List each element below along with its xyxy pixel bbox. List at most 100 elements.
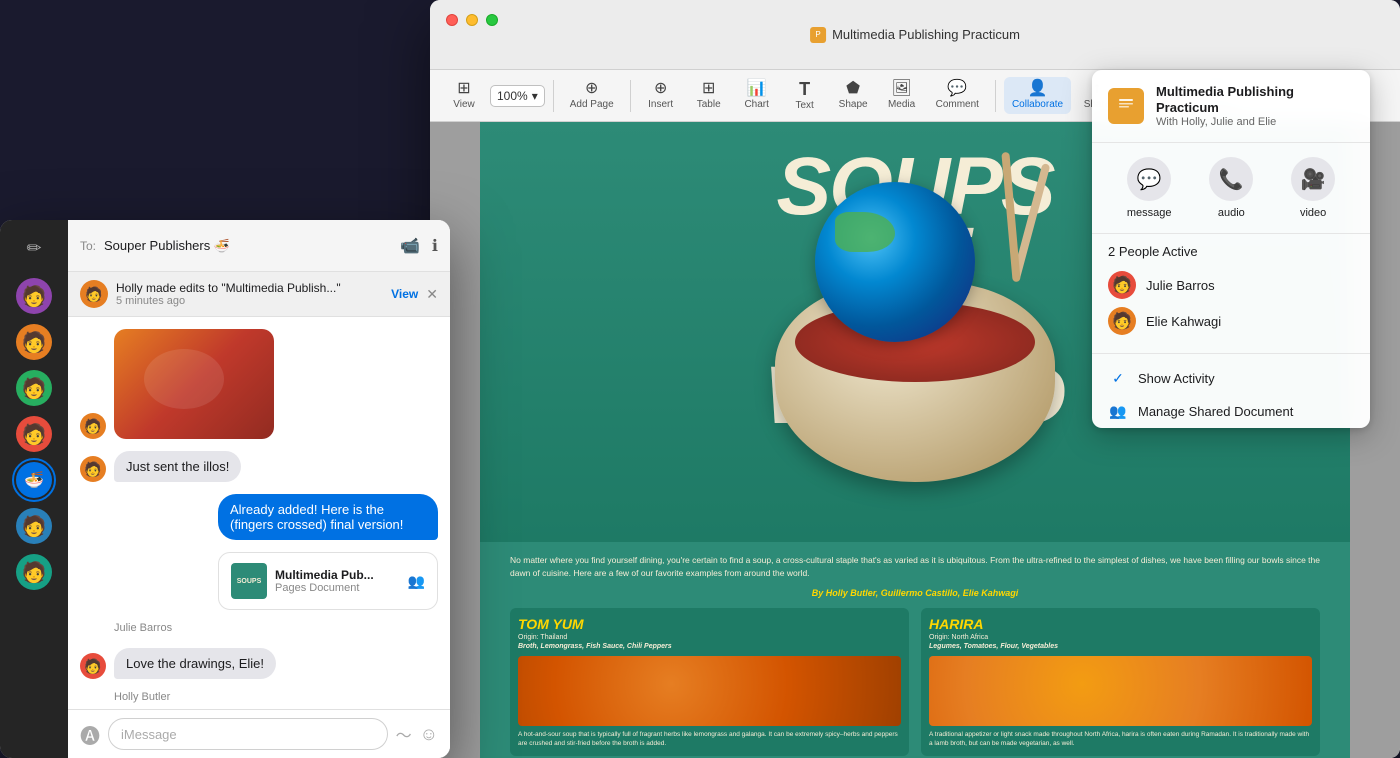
doc-card-type: Pages Document bbox=[275, 582, 400, 594]
collaborate-dropdown: Multimedia Publishing Practicum With Hol… bbox=[1092, 70, 1370, 428]
minimize-button[interactable] bbox=[466, 14, 478, 26]
doc-lower-content: No matter where you find yourself dining… bbox=[480, 542, 1350, 758]
app-store-icon[interactable]: 🅐 bbox=[80, 720, 100, 749]
notif-avatar: 🧑 bbox=[80, 280, 108, 308]
messages-main: To: Souper Publishers 🍜 📹 ℹ 🧑 Holly made… bbox=[68, 220, 450, 758]
toolbar-collaborate[interactable]: 👤 Collaborate bbox=[1004, 77, 1071, 114]
toolbar-comment[interactable]: 💬 Comment bbox=[928, 77, 987, 114]
photo-bubble bbox=[114, 329, 274, 439]
video-call-button[interactable]: 📹 bbox=[400, 236, 420, 256]
notif-close-button[interactable]: ✕ bbox=[426, 286, 438, 303]
sidebar-avatar-3[interactable]: 🧑 bbox=[16, 370, 52, 406]
message-love-drawings: 🧑 Love the drawings, Elie! bbox=[80, 648, 438, 679]
manage-doc-icon: 👥 bbox=[1108, 403, 1128, 420]
people-count: 2 People Active bbox=[1108, 244, 1354, 259]
elie-name: Elie Kahwagi bbox=[1146, 314, 1221, 329]
message-action-button[interactable]: 💬 message bbox=[1127, 157, 1172, 219]
document-title: P Multimedia Publishing Practicum bbox=[810, 27, 1020, 43]
toolbar-text[interactable]: T Text bbox=[783, 76, 827, 115]
compose-button[interactable]: ✏ bbox=[18, 232, 50, 264]
toolbar-separator-3 bbox=[995, 80, 996, 112]
sidebar-avatar-4[interactable]: 🧑 bbox=[16, 416, 52, 452]
toolbar-view[interactable]: ⊞ View bbox=[442, 77, 486, 114]
video-action-label: video bbox=[1300, 207, 1326, 219]
audio-action-button[interactable]: 📞 audio bbox=[1209, 157, 1253, 219]
continent-shape bbox=[835, 212, 895, 252]
message-input[interactable]: iMessage bbox=[108, 718, 388, 750]
emoji-button[interactable]: ☺ bbox=[420, 724, 438, 745]
toolbar-zoom[interactable]: 100% ▾ bbox=[490, 85, 545, 107]
toolbar-table[interactable]: ⊞ Table bbox=[687, 77, 731, 114]
julie-name: Julie Barros bbox=[1146, 278, 1215, 293]
messages-input-area: 🅐 iMessage 〜 ☺ bbox=[68, 709, 450, 758]
doc-card[interactable]: SOUPS Multimedia Pub... Pages Document 👥 bbox=[218, 552, 438, 610]
video-icon: 🎥 bbox=[1301, 167, 1326, 192]
recipient-field: Souper Publishers 🍜 bbox=[104, 238, 392, 254]
doc-intro: No matter where you find yourself dining… bbox=[510, 554, 1320, 580]
soup-bowl-illustration bbox=[755, 222, 1075, 502]
sender-name-julie: Julie Barros bbox=[114, 622, 438, 634]
toolbar-media[interactable]: 🖼 Media bbox=[880, 77, 924, 114]
doc-card-info: Multimedia Pub... Pages Document bbox=[275, 568, 400, 594]
show-activity-item[interactable]: ✓ Show Activity bbox=[1092, 362, 1370, 395]
add-page-icon: ⊕ bbox=[585, 81, 598, 97]
fullscreen-button[interactable] bbox=[486, 14, 498, 26]
dropdown-actions: 💬 message 📞 audio 🎥 video bbox=[1092, 143, 1370, 234]
sender-avatar-julie: 🧑 bbox=[80, 653, 106, 679]
sender-name-holly: Holly Butler bbox=[114, 691, 438, 703]
sidebar-avatar-active[interactable]: 🍜 bbox=[16, 462, 52, 498]
sidebar-avatar-2[interactable]: 🧑 bbox=[16, 324, 52, 360]
message-doc-card: SOUPS Multimedia Pub... Pages Document 👥 bbox=[80, 552, 438, 610]
header-icons: 📹 ℹ bbox=[400, 236, 438, 256]
globe-illustration bbox=[815, 182, 975, 342]
sender-avatar-illos: 🧑 bbox=[80, 456, 106, 482]
message-photo-incoming: 🧑 bbox=[80, 329, 438, 439]
audio-waveform-icon[interactable]: 〜 bbox=[396, 722, 412, 746]
pages-doc-svg bbox=[1115, 95, 1137, 117]
audio-action-label: audio bbox=[1218, 207, 1245, 219]
chevron-down-icon: ▾ bbox=[532, 89, 538, 103]
doc-people-icon: 👥 bbox=[408, 573, 425, 590]
pages-titlebar: P Multimedia Publishing Practicum bbox=[430, 0, 1400, 70]
comment-icon: 💬 bbox=[947, 81, 967, 97]
recipes-row: TOM YUM Origin: Thailand Broth, Lemongra… bbox=[510, 608, 1320, 756]
toolbar-insert[interactable]: ⊕ Insert bbox=[639, 77, 683, 114]
sidebar-avatar-1[interactable]: 🧑 bbox=[16, 278, 52, 314]
manage-doc-label: Manage Shared Document bbox=[1138, 404, 1293, 419]
messages-header: To: Souper Publishers 🍜 📹 ℹ bbox=[68, 220, 450, 272]
tomyum-image bbox=[518, 656, 901, 726]
pages-window: P Multimedia Publishing Practicum ⊞ View… bbox=[430, 0, 1400, 758]
doc-card-header: SOUPS Multimedia Pub... Pages Document 👥 bbox=[219, 553, 437, 609]
notif-view-button[interactable]: View bbox=[391, 287, 418, 301]
close-button[interactable] bbox=[446, 14, 458, 26]
video-action-button[interactable]: 🎥 video bbox=[1291, 157, 1335, 219]
bubble-already-added: Already added! Here is the (fingers cros… bbox=[218, 494, 438, 540]
doc-thumb: SOUPS bbox=[231, 563, 267, 599]
chart-icon: 📊 bbox=[747, 81, 767, 97]
text-icon: T bbox=[799, 80, 810, 98]
bubble-illos: Just sent the illos! bbox=[114, 451, 241, 482]
dropdown-doc-subtitle: With Holly, Julie and Elie bbox=[1156, 116, 1354, 128]
toolbar-chart[interactable]: 📊 Chart bbox=[735, 77, 779, 114]
sidebar-avatar-6[interactable]: 🧑 bbox=[16, 554, 52, 590]
harira-image bbox=[929, 656, 1312, 726]
notif-time: 5 minutes ago bbox=[116, 295, 383, 307]
people-section: 2 People Active 🧑 Julie Barros 🧑 Elie Ka… bbox=[1092, 234, 1370, 345]
doc-card-title: Multimedia Pub... bbox=[275, 568, 400, 582]
toolbar-shape[interactable]: ⬟ Shape bbox=[831, 77, 876, 114]
toolbar-separator bbox=[553, 80, 554, 112]
sender-avatar-photo: 🧑 bbox=[80, 413, 106, 439]
checkmark-icon: ✓ bbox=[1108, 370, 1128, 387]
phone-icon: 📞 bbox=[1219, 167, 1244, 192]
toolbar-add-page[interactable]: ⊕ Add Page bbox=[562, 77, 622, 114]
to-label: To: bbox=[80, 239, 96, 253]
info-button[interactable]: ℹ bbox=[432, 236, 438, 256]
dropdown-doc-info: Multimedia Publishing Practicum With Hol… bbox=[1156, 84, 1354, 128]
manage-doc-item[interactable]: 👥 Manage Shared Document bbox=[1092, 395, 1370, 428]
dropdown-divider bbox=[1092, 353, 1370, 354]
message-bubble-icon: 💬 bbox=[1137, 167, 1162, 192]
video-action-icon-circle: 🎥 bbox=[1291, 157, 1335, 201]
sidebar-avatar-5[interactable]: 🧑 bbox=[16, 508, 52, 544]
message-already-added: Already added! Here is the (fingers cros… bbox=[80, 494, 438, 540]
compose-icon: ✏ bbox=[26, 238, 41, 259]
